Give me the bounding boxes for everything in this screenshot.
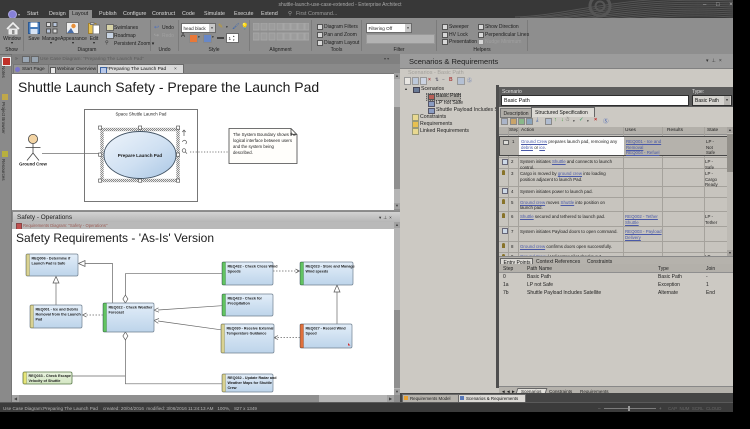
- svg-text:Prepare Launch Pad: Prepare Launch Pad: [118, 153, 163, 158]
- svg-text:Velocity of Shuttle: Velocity of Shuttle: [29, 379, 61, 383]
- svg-text:Ground Crew: Ground Crew: [19, 162, 47, 167]
- svg-text:Pad: Pad: [36, 317, 44, 321]
- svg-text:REQ006 - Determine if: REQ006 - Determine if: [32, 256, 72, 260]
- svg-text:REQ030 - Receive External: REQ030 - Receive External: [227, 326, 274, 330]
- svg-text:Launch Pad is Safe: Launch Pad is Safe: [32, 261, 66, 265]
- svg-text:Crew: Crew: [228, 386, 237, 390]
- svg-text:REQ032 - Update Radar and: REQ032 - Update Radar and: [228, 376, 278, 380]
- svg-text:Temperature Guidance: Temperature Guidance: [227, 331, 267, 335]
- svg-text:REQ432 - Check Cross Wind: REQ432 - Check Cross Wind: [228, 264, 279, 268]
- svg-text:Removal from the Launch: Removal from the Launch: [36, 312, 82, 316]
- svg-text:REQ022 - Check Weather: REQ022 - Check Weather: [109, 305, 154, 309]
- svg-text:Wind speeds: Wind speeds: [306, 269, 329, 273]
- svg-text:REQ033 - Check Escape: REQ033 - Check Escape: [29, 374, 71, 378]
- svg-text:Precipitation: Precipitation: [228, 301, 251, 305]
- svg-text:REQ001 - Ice and Debris: REQ001 - Ice and Debris: [36, 307, 79, 311]
- svg-text:Weather Maps for Shuttle: Weather Maps for Shuttle: [228, 381, 272, 385]
- svg-text:Speeds: Speeds: [228, 269, 241, 273]
- svg-text:Speed: Speed: [306, 331, 318, 335]
- svg-text:REQ023 - Store and Manage: REQ023 - Store and Manage: [306, 264, 355, 268]
- svg-text:REQ027 - Record Wind: REQ027 - Record Wind: [306, 326, 347, 330]
- svg-text:REQ423 - Check for: REQ423 - Check for: [228, 296, 263, 300]
- svg-text:Forecast: Forecast: [109, 310, 125, 314]
- svg-text:Space Shuttle Launch Pad: Space Shuttle Launch Pad: [116, 112, 167, 117]
